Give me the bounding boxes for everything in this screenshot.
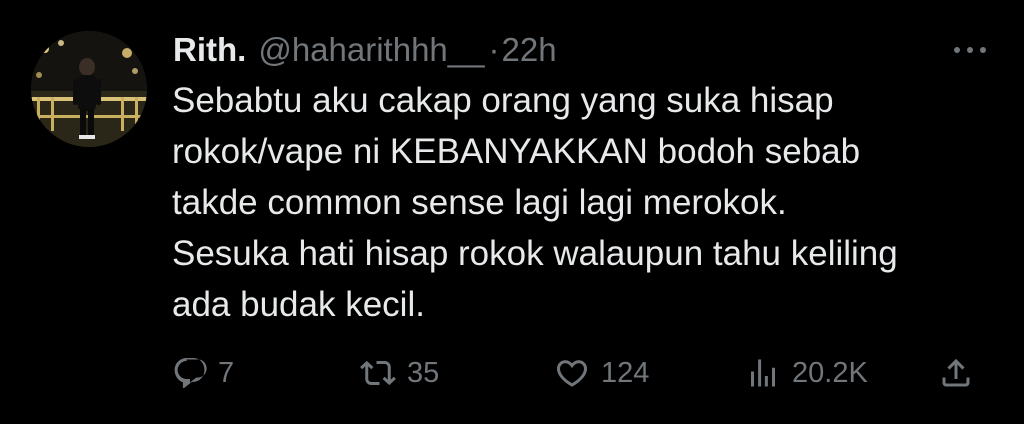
retweet-button[interactable]: 35 — [359, 348, 439, 398]
avatar[interactable] — [31, 31, 147, 147]
tweet: Rith. @haharithhh__ · 22h Sebabtu aku ca… — [0, 0, 1024, 424]
reply-count: 7 — [218, 356, 235, 389]
tweet-text-line: ada budak kecil. — [172, 285, 425, 324]
like-button[interactable]: 124 — [553, 348, 649, 398]
share-icon — [942, 358, 970, 387]
views-chart-icon — [751, 359, 775, 387]
retweet-icon — [360, 360, 396, 386]
tweet-text-line: rokok/vape ni KEBANYAKKAN bodoh sebab — [172, 132, 861, 171]
tweet-text-line: Sesuka hati hisap rokok walaupun tahu ke… — [172, 234, 898, 273]
timestamp[interactable]: 22h — [502, 30, 557, 70]
reply-button[interactable]: 7 — [172, 348, 234, 398]
heart-icon — [556, 360, 588, 387]
views-count: 20.2K — [792, 356, 868, 389]
share-button[interactable] — [938, 348, 974, 398]
like-count: 124 — [601, 356, 650, 389]
more-options-button[interactable] — [948, 38, 992, 62]
tweet-text-line: Sebabtu aku cakap orang yang suka hisap — [172, 81, 834, 120]
reply-icon — [174, 358, 207, 389]
avatar-photo — [31, 31, 147, 147]
tweet-actions-bar: 7 35 124 20.2K — [0, 348, 1024, 398]
tweet-header: Rith. @haharithhh__ · 22h — [173, 30, 557, 70]
retweet-count: 35 — [407, 356, 440, 389]
views-button[interactable]: 20.2K — [744, 348, 868, 398]
display-name[interactable]: Rith. — [173, 30, 246, 70]
separator-dot: · — [488, 31, 500, 68]
more-icon — [954, 47, 986, 53]
user-handle[interactable]: @haharithhh__ — [258, 30, 484, 70]
tweet-text-line: takde common sense lagi lagi merokok. — [172, 183, 787, 222]
tweet-text: Sebabtu aku cakap orang yang suka hisap … — [172, 75, 1007, 330]
